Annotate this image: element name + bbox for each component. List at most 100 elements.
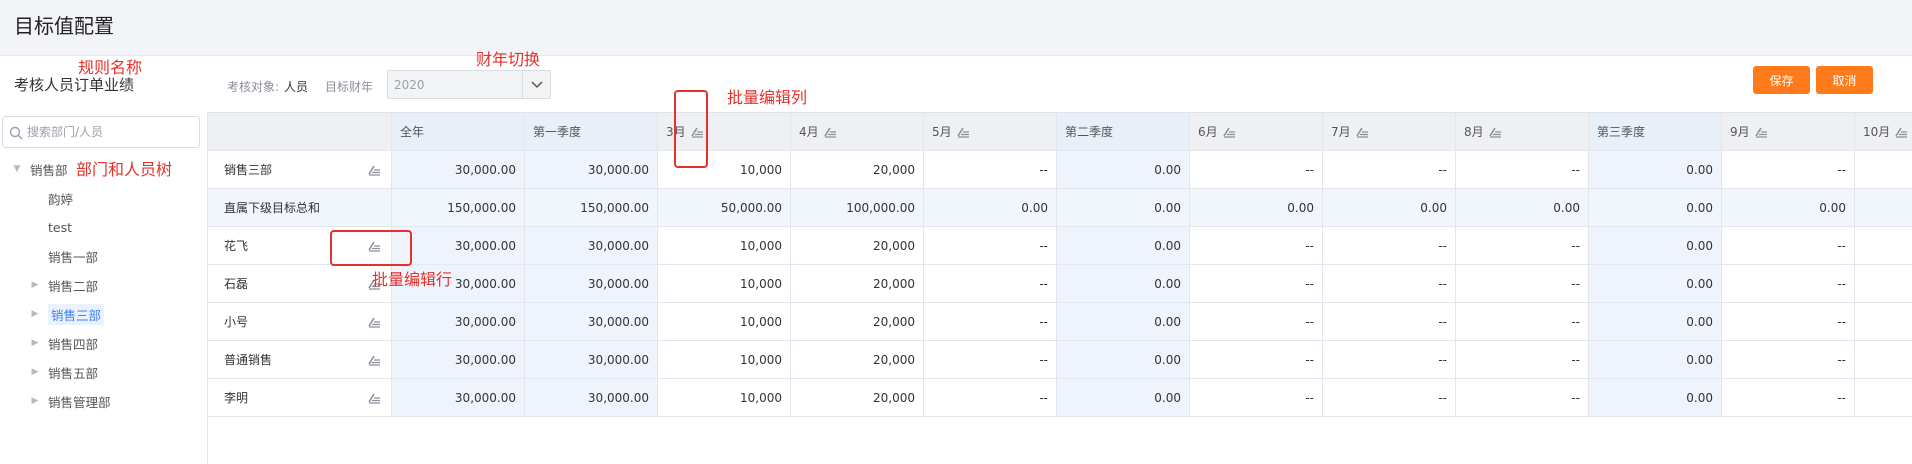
value-cell[interactable]: -- — [924, 265, 1057, 302]
value-cell[interactable]: -- — [1323, 379, 1456, 416]
cancel-button[interactable]: 取消 — [1816, 66, 1873, 94]
value-cell[interactable]: 20,000 — [791, 379, 924, 416]
tree-item-label: 销售四部 — [48, 336, 99, 352]
value-cell[interactable]: -- — [1722, 341, 1855, 378]
value-cell[interactable]: -- — [1722, 265, 1855, 302]
batch-edit-icon[interactable] — [1355, 126, 1369, 138]
value-cell[interactable]: -- — [924, 151, 1057, 188]
batch-edit-icon[interactable] — [367, 354, 381, 366]
value-cell[interactable]: 20,000 — [791, 265, 924, 302]
value-cell[interactable]: -- — [1456, 265, 1589, 302]
tree-item[interactable]: ▶ 销售四部 — [30, 332, 98, 354]
value-cell[interactable]: -- — [1722, 227, 1855, 264]
value-cell[interactable] — [1855, 227, 1912, 264]
value-cell[interactable]: -- — [924, 379, 1057, 416]
annotation-box-column — [674, 90, 708, 168]
tree-item[interactable]: ▼ 销售部 — [12, 158, 68, 180]
value-cell[interactable]: -- — [924, 341, 1057, 378]
value-cell[interactable]: -- — [1323, 341, 1456, 378]
value-cell[interactable]: -- — [1456, 341, 1589, 378]
search-input[interactable] — [27, 117, 195, 147]
tree-item[interactable]: ▶ 销售三部 — [30, 303, 105, 325]
row-batch-edit[interactable] — [367, 164, 381, 176]
caret-right-icon[interactable]: ▶ — [30, 396, 40, 406]
column-batch-edit[interactable] — [1355, 126, 1369, 138]
value-cell[interactable]: 20,000 — [791, 151, 924, 188]
column-batch-edit[interactable] — [823, 126, 837, 138]
value-cell[interactable]: 10,000 — [658, 303, 791, 340]
value-cell[interactable]: -- — [1190, 151, 1323, 188]
column-batch-edit[interactable] — [1222, 126, 1236, 138]
column-batch-edit[interactable] — [1754, 126, 1768, 138]
tree-item[interactable]: test — [30, 216, 72, 238]
value-cell[interactable]: -- — [1722, 379, 1855, 416]
tree-item[interactable]: ▶ 销售五部 — [30, 361, 98, 383]
tree-item[interactable]: 销售一部 — [30, 245, 98, 267]
value-cell[interactable]: -- — [1323, 303, 1456, 340]
value-cell[interactable]: 10,000 — [658, 379, 791, 416]
tree-item[interactable]: 韵婷 — [30, 187, 73, 209]
column-batch-edit[interactable] — [1894, 126, 1908, 138]
value-cell[interactable]: -- — [1456, 303, 1589, 340]
page-title: 目标值配置 — [14, 14, 114, 38]
tree-item[interactable]: ▶ 销售二部 — [30, 274, 98, 296]
value-cell[interactable]: -- — [1190, 265, 1323, 302]
batch-edit-icon[interactable] — [1222, 126, 1236, 138]
search-box[interactable] — [2, 116, 200, 148]
value-cell[interactable]: 20,000 — [791, 341, 924, 378]
value-cell — [1855, 189, 1912, 226]
batch-edit-icon[interactable] — [1894, 126, 1908, 138]
value-cell[interactable]: -- — [1190, 341, 1323, 378]
year-select[interactable]: 2020 — [387, 70, 551, 99]
batch-edit-icon[interactable] — [367, 316, 381, 328]
value-cell[interactable]: -- — [1722, 303, 1855, 340]
value-cell[interactable] — [1855, 379, 1912, 416]
batch-edit-icon[interactable] — [367, 164, 381, 176]
value-cell[interactable]: -- — [1722, 151, 1855, 188]
batch-edit-icon[interactable] — [1754, 126, 1768, 138]
value-cell[interactable]: -- — [1323, 151, 1456, 188]
value-cell[interactable] — [1855, 341, 1912, 378]
value-cell[interactable]: 10,000 — [658, 341, 791, 378]
row-batch-edit[interactable] — [367, 354, 381, 366]
caret-right-icon[interactable]: ▶ — [30, 338, 40, 348]
chevron-down-icon[interactable] — [522, 71, 550, 98]
batch-edit-icon[interactable] — [367, 392, 381, 404]
column-batch-edit[interactable] — [956, 126, 970, 138]
tree-item-label: 销售管理部 — [48, 394, 111, 410]
caret-right-icon[interactable]: ▶ — [30, 309, 40, 319]
value-cell[interactable]: -- — [1456, 151, 1589, 188]
value-cell[interactable]: -- — [924, 303, 1057, 340]
value-cell[interactable]: -- — [1190, 379, 1323, 416]
caret-down-icon[interactable]: ▼ — [12, 164, 22, 174]
value-cell[interactable]: 20,000 — [791, 227, 924, 264]
row-batch-edit[interactable] — [367, 392, 381, 404]
value-cell[interactable]: 10,000 — [658, 265, 791, 302]
value-cell[interactable]: -- — [1456, 379, 1589, 416]
value-cell[interactable]: -- — [1190, 303, 1323, 340]
row-batch-edit[interactable] — [367, 316, 381, 328]
value-cell[interactable] — [1855, 303, 1912, 340]
save-button[interactable]: 保存 — [1753, 66, 1810, 94]
value-cell[interactable]: 10,000 — [658, 227, 791, 264]
value-cell[interactable] — [1855, 265, 1912, 302]
annotation-tree: 部门和人员树 — [76, 160, 173, 179]
value-cell[interactable]: -- — [1323, 265, 1456, 302]
column-batch-edit[interactable] — [1488, 126, 1502, 138]
value-cell[interactable]: -- — [1190, 227, 1323, 264]
batch-edit-icon[interactable] — [823, 126, 837, 138]
value-cell[interactable]: 20,000 — [791, 303, 924, 340]
annotation-batch-column: 批量编辑列 — [727, 88, 808, 107]
tree-item[interactable]: ▶ 销售管理部 — [30, 390, 111, 412]
batch-edit-icon[interactable] — [956, 126, 970, 138]
value-cell[interactable]: -- — [924, 227, 1057, 264]
value-cell[interactable]: -- — [1456, 227, 1589, 264]
caret-right-icon[interactable]: ▶ — [30, 280, 40, 290]
column-header-label: 10月 — [1863, 125, 1891, 139]
value-cell[interactable] — [1855, 151, 1912, 188]
batch-edit-icon[interactable] — [1488, 126, 1502, 138]
caret-right-icon[interactable]: ▶ — [30, 367, 40, 377]
column-header-label: 第一季度 — [533, 125, 582, 139]
annotation-box-row — [330, 230, 412, 266]
value-cell[interactable]: -- — [1323, 227, 1456, 264]
